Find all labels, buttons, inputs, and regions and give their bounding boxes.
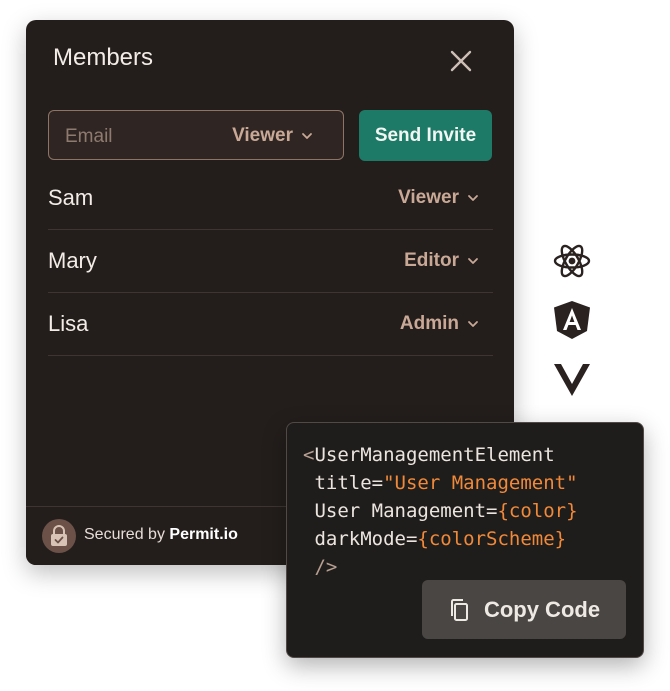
lock-icon	[42, 519, 76, 553]
code-value-title: "User Management"	[383, 472, 578, 494]
chevron-down-icon	[468, 195, 478, 201]
code-attr-darkmode: darkMode=	[303, 528, 418, 550]
member-role-label: Admin	[399, 313, 459, 334]
email-field[interactable]	[63, 123, 217, 151]
panel-title: Members	[53, 44, 154, 71]
brand-name: Permit.io	[169, 526, 238, 543]
member-role-select[interactable]: Editor	[404, 250, 479, 272]
secured-prefix: Secured by	[84, 526, 170, 543]
code-value-colorscheme: {colorScheme}	[417, 528, 567, 550]
send-invite-button[interactable]: Send Invite	[359, 110, 492, 161]
member-list: Sam Viewer Mary Editor Lisa Admin	[48, 167, 493, 356]
member-role-label: Editor	[404, 250, 459, 271]
member-row: Mary Editor	[48, 230, 493, 293]
chevron-down-icon	[468, 321, 478, 327]
member-role-select[interactable]: Admin	[400, 313, 479, 335]
member-name: Mary	[48, 248, 97, 273]
code-attr-user-management: User Management=	[303, 500, 498, 522]
code-attr-title: title=	[303, 472, 384, 494]
angular-icon	[554, 301, 590, 339]
code-snippet-card: <UserManagementElement title="User Manag…	[286, 422, 644, 658]
member-row: Sam Viewer	[48, 167, 493, 230]
code-tag: UserManagementElement	[314, 444, 555, 466]
close-icon[interactable]	[448, 48, 474, 74]
member-name: Lisa	[48, 311, 89, 336]
member-name: Sam	[48, 185, 94, 210]
email-field-container: Viewer	[48, 110, 344, 160]
invite-role-select[interactable]: Viewer	[232, 125, 313, 147]
react-icon	[553, 244, 591, 278]
member-row: Lisa Admin	[48, 293, 493, 356]
code-value-color: {color}	[497, 500, 578, 522]
code-open-bracket: <	[303, 444, 315, 466]
member-role-label: Viewer	[398, 187, 459, 208]
code-snippet: <UserManagementElement title="User Manag…	[303, 441, 578, 581]
invite-role-label: Viewer	[232, 125, 293, 146]
member-role-select[interactable]: Viewer	[398, 187, 479, 209]
copy-icon	[450, 598, 468, 621]
invite-row: Viewer Send Invite	[48, 110, 493, 162]
copy-code-label: Copy Code	[483, 596, 601, 622]
secured-by-text: Secured by Permit.io	[84, 526, 238, 544]
vue-icon	[554, 364, 590, 396]
chevron-down-icon	[468, 258, 478, 264]
copy-code-button[interactable]: Copy Code	[422, 580, 626, 639]
chevron-down-icon	[302, 133, 312, 139]
code-close: />	[303, 556, 338, 578]
